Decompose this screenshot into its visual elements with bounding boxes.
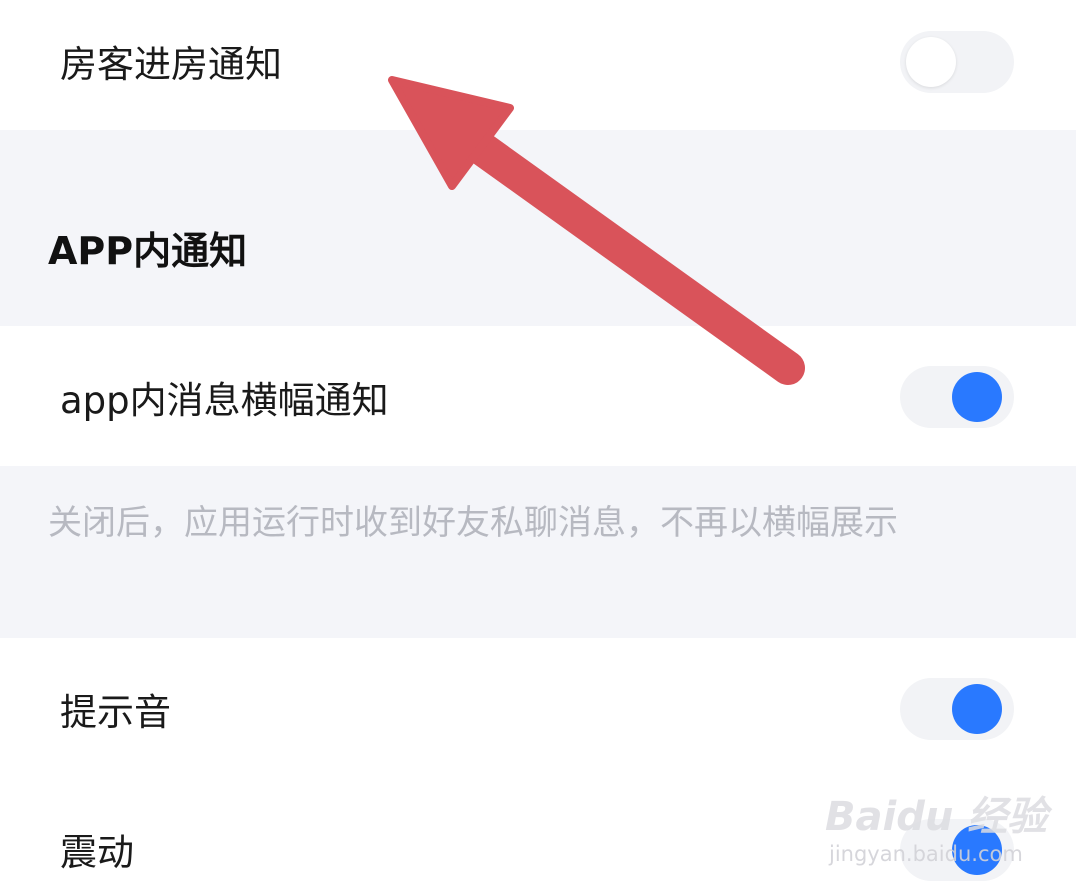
setting-row-vibrate[interactable]: 震动	[0, 780, 1076, 896]
hint-band: 关闭后，应用运行时收到好友私聊消息，不再以横幅展示	[0, 466, 1076, 638]
section-title-in-app-notification: APP内通知	[48, 229, 248, 273]
banner-toggle[interactable]	[900, 366, 1014, 428]
setting-label-guest-checkin: 房客进房通知	[60, 43, 282, 86]
setting-row-guest-checkin[interactable]: 房客进房通知	[0, 0, 1076, 130]
toggle-knob	[952, 684, 1002, 734]
guest-checkin-toggle[interactable]	[900, 31, 1014, 93]
setting-label-vibrate: 震动	[60, 831, 134, 874]
section-header: APP内通知	[0, 130, 1076, 326]
notification-settings-page: 房客进房通知 APP内通知 app内消息横幅通知 关闭后，应用运行时收到好友私聊…	[0, 0, 1076, 896]
sound-toggle[interactable]	[900, 678, 1014, 740]
toggle-knob	[952, 825, 1002, 875]
toggle-knob	[906, 37, 956, 87]
toggle-knob	[952, 372, 1002, 422]
setting-label-banner: app内消息横幅通知	[60, 379, 389, 422]
vibrate-toggle[interactable]	[900, 819, 1014, 881]
banner-hint-text: 关闭后，应用运行时收到好友私聊消息，不再以横幅展示	[48, 503, 898, 543]
setting-row-banner[interactable]: app内消息横幅通知	[0, 326, 1076, 466]
setting-label-sound: 提示音	[60, 691, 171, 734]
setting-row-sound[interactable]: 提示音	[0, 638, 1076, 780]
